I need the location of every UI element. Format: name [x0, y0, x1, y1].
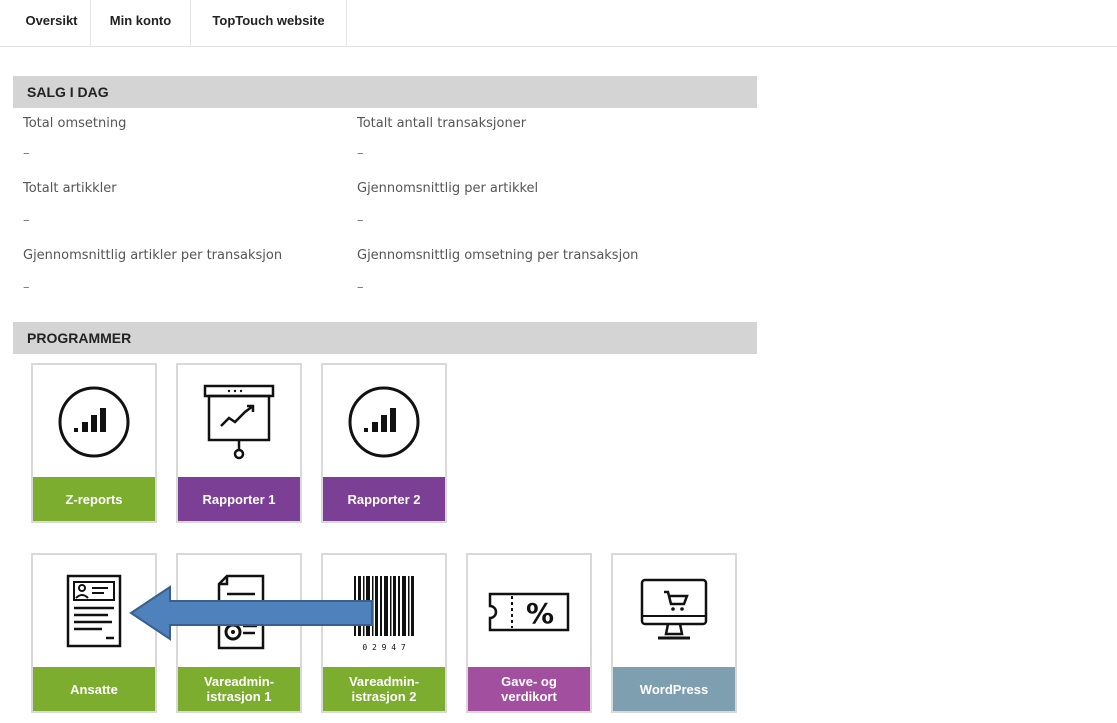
tile-rapporter-1[interactable]: Rapporter 1 — [176, 363, 302, 523]
tile-label: WordPress — [613, 667, 735, 711]
tile-rapporter-2[interactable]: Rapporter 2 — [321, 363, 447, 523]
left-arrow-annotation-icon — [129, 585, 373, 641]
tile-label: Vareadmin- istrasjon 1 — [178, 667, 300, 711]
tab-label: Oversikt — [25, 12, 78, 28]
signal-gauge-icon — [33, 365, 155, 479]
tile-label: Rapporter 2 — [323, 477, 445, 521]
tab-min-konto[interactable]: Min konto — [91, 0, 191, 46]
tile-wordpress[interactable]: WordPress — [611, 553, 737, 713]
monitor-cart-icon — [613, 555, 735, 669]
tab-oversikt[interactable]: Oversikt — [13, 0, 91, 46]
stat-total-revenue-value: – — [23, 146, 30, 161]
programs-section-header: PROGRAMMER — [13, 322, 757, 354]
tab-label: Min konto — [109, 12, 172, 28]
tile-label: Z-reports — [33, 477, 155, 521]
stat-total-articles-label: Totalt artikkler — [23, 181, 117, 196]
stat-avg-articles-per-transaction-label: Gjennomsnittlig artikler per transaksjon — [23, 248, 283, 263]
stat-avg-per-article-label: Gjennomsnittlig per artikkel — [357, 181, 539, 196]
tile-gave-og-verdikort[interactable]: % Gave- og verdikort — [466, 553, 592, 713]
stat-avg-per-article-value: – — [357, 213, 364, 228]
stat-total-revenue-label: Total omsetning — [23, 116, 127, 131]
stat-avg-revenue-per-transaction-label: Gjennomsnittlig omsetning per transaksjo… — [357, 248, 639, 263]
barcode-number: 0 2 9 4 7 — [362, 643, 406, 652]
tile-label: Ansatte — [33, 667, 155, 711]
stat-total-transactions-label: Totalt antall transaksjoner — [357, 116, 527, 131]
programs-section-title: PROGRAMMER — [27, 330, 132, 346]
svg-text:%: % — [526, 597, 554, 630]
stat-total-articles-value: – — [23, 213, 30, 228]
stat-avg-revenue-per-transaction-value: – — [357, 280, 364, 295]
stat-avg-articles-per-transaction-value: – — [23, 280, 30, 295]
tile-label: Gave- og verdikort — [468, 667, 590, 711]
tab-label: TopTouch website — [212, 12, 325, 28]
sales-section-header: SALG I DAG — [13, 76, 757, 108]
presentation-chart-icon — [178, 365, 300, 479]
tile-label: Vareadmin- istrasjon 2 — [323, 667, 445, 711]
sales-section-title: SALG I DAG — [27, 84, 109, 100]
signal-gauge-icon — [323, 365, 445, 479]
stat-total-transactions-value: – — [357, 146, 364, 161]
tile-z-reports[interactable]: Z-reports — [31, 363, 157, 523]
discount-voucher-icon: % — [468, 555, 590, 669]
tab-toptouch-website[interactable]: TopTouch website — [191, 0, 347, 46]
top-navigation: Oversikt Min konto TopTouch website — [0, 0, 1117, 47]
tile-label: Rapporter 1 — [178, 477, 300, 521]
